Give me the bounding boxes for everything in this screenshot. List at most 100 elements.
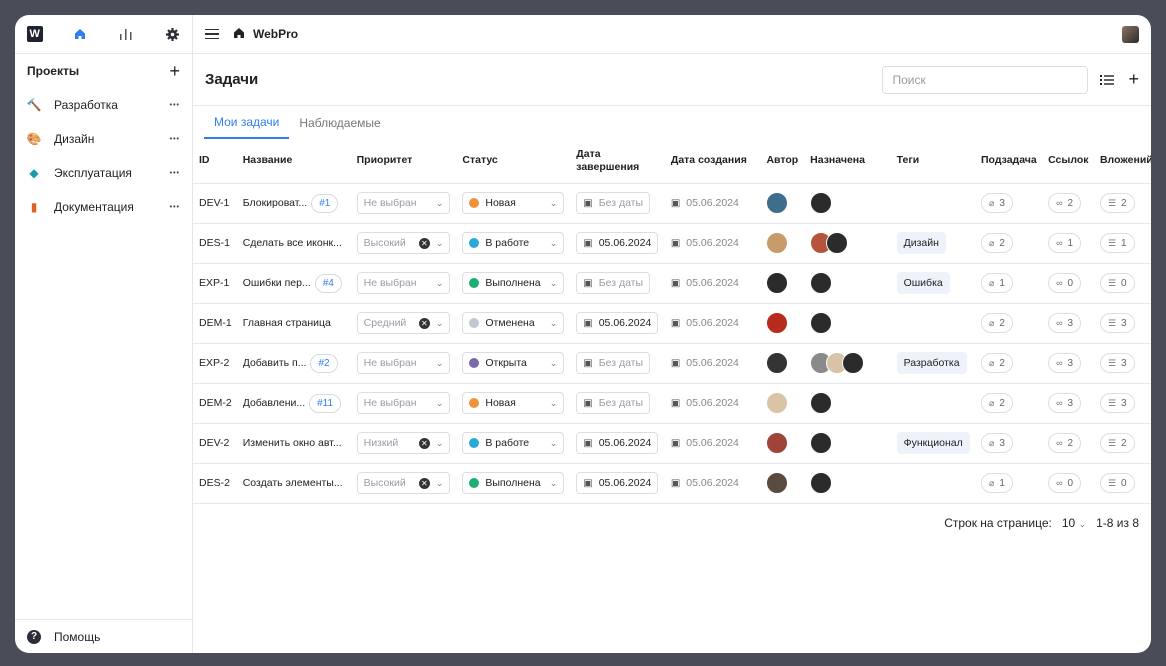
links-count[interactable]: ∞ 3 [1048, 393, 1082, 413]
app-name[interactable]: WebPro [253, 27, 298, 41]
due-date-picker[interactable]: ▣ Без даты [576, 392, 651, 414]
avatar[interactable] [766, 192, 789, 214]
list-view-icon[interactable] [1100, 74, 1115, 86]
priority-select[interactable]: Не выбран ⌄ [356, 192, 451, 214]
links-count[interactable]: ∞ 1 [1048, 233, 1082, 253]
avatar[interactable] [766, 432, 789, 454]
gear-icon[interactable] [165, 26, 181, 42]
attachments-count[interactable]: ☰ 0 [1099, 273, 1135, 293]
avatar[interactable] [810, 272, 833, 294]
due-date-picker[interactable]: ▣ 05.06.2024 [576, 472, 659, 494]
subtask-count[interactable]: ⌀ 2 [981, 353, 1013, 373]
tag-badge[interactable]: Функционал [896, 432, 970, 454]
task-name[interactable]: Сделать все иконк... [243, 237, 342, 249]
clear-icon[interactable]: ✕ [418, 237, 430, 249]
clear-icon[interactable]: ✕ [418, 437, 430, 449]
sidebar-item[interactable]: ▮ Документация ••• [15, 190, 192, 224]
task-name[interactable]: Добавить п... [243, 357, 307, 369]
more-icon[interactable]: ••• [170, 204, 180, 211]
user-avatar[interactable] [1122, 26, 1139, 43]
avatar[interactable] [766, 392, 789, 414]
subtask-count[interactable]: ⌀ 2 [981, 313, 1013, 333]
priority-select[interactable]: Низкий ✕ ⌄ [356, 432, 451, 454]
sidebar-item[interactable]: 🎨 Дизайн ••• [15, 122, 192, 156]
table-row[interactable]: DEV-2 Изменить окно авт... Низкий ✕ ⌄ В работ… [193, 423, 1151, 464]
issue-number-badge[interactable]: #2 [310, 353, 338, 373]
avatar[interactable] [766, 232, 789, 254]
due-date-picker[interactable]: ▣ Без даты [576, 352, 651, 374]
avatar[interactable] [826, 232, 849, 254]
due-date-picker[interactable]: ▣ 05.06.2024 [576, 232, 659, 254]
status-select[interactable]: В работе ⌄ [462, 232, 565, 254]
table-row[interactable]: EXP-2 Добавить п... #2 Не выбран ⌄ Открыта ⌄ ▣ Б… [193, 343, 1151, 384]
add-task-icon[interactable]: + [1128, 69, 1139, 90]
task-name[interactable]: Создать элементы... [243, 477, 343, 489]
tab-my-tasks[interactable]: Мои задачи [204, 106, 290, 139]
attachments-count[interactable]: ☰ 2 [1099, 193, 1135, 213]
table-row[interactable]: DES-2 Создать элементы... Высокий ✕ ⌄ Выполне… [193, 463, 1151, 504]
task-name[interactable]: Добавлени... [243, 397, 305, 409]
priority-select[interactable]: Высокий ✕ ⌄ [356, 472, 451, 494]
search-input[interactable] [882, 65, 1089, 94]
task-name[interactable]: Главная страница [243, 317, 331, 329]
avatar[interactable] [766, 272, 789, 294]
status-select[interactable]: В работе ⌄ [462, 432, 565, 454]
tab-watched[interactable]: Наблюдаемые [289, 106, 390, 139]
table-row[interactable]: DEM-1 Главная страница Средний ✕ ⌄ Отменена ⌄ ▣… [193, 303, 1151, 344]
avatar[interactable] [810, 192, 833, 214]
status-select[interactable]: Выполнена ⌄ [462, 472, 565, 494]
attachments-count[interactable]: ☰ 1 [1099, 233, 1135, 253]
status-select[interactable]: Открыта ⌄ [462, 352, 565, 374]
tag-badge[interactable]: Ошибка [896, 272, 950, 294]
avatar[interactable] [810, 472, 833, 494]
priority-select[interactable]: Не выбран ⌄ [356, 392, 451, 414]
subtask-count[interactable]: ⌀ 1 [981, 273, 1013, 293]
subtask-count[interactable]: ⌀ 3 [981, 193, 1013, 213]
app-logo[interactable]: W [27, 26, 43, 42]
avatar[interactable] [766, 352, 789, 374]
due-date-picker[interactable]: ▣ 05.06.2024 [576, 432, 659, 454]
attachments-count[interactable]: ☰ 3 [1099, 353, 1135, 373]
more-icon[interactable]: ••• [170, 136, 180, 143]
due-date-picker[interactable]: ▣ Без даты [576, 192, 651, 214]
task-name[interactable]: Изменить окно авт... [243, 437, 342, 449]
status-select[interactable]: Выполнена ⌄ [462, 272, 565, 294]
avatar[interactable] [766, 312, 789, 334]
priority-select[interactable]: Не выбран ⌄ [356, 272, 451, 294]
issue-number-badge[interactable]: #1 [311, 193, 339, 213]
table-row[interactable]: DES-1 Сделать все иконк... Высокий ✕ ⌄ В рабо… [193, 223, 1151, 264]
issue-number-badge[interactable]: #11 [309, 393, 342, 413]
sidebar-item[interactable]: 🔨 Разработка ••• [15, 88, 192, 122]
analytics-icon[interactable] [118, 26, 134, 42]
avatar[interactable] [810, 392, 833, 414]
attachments-count[interactable]: ☰ 2 [1099, 433, 1135, 453]
add-project-icon[interactable]: + [169, 62, 180, 80]
sidebar-item[interactable]: ◆ Эксплуатация ••• [15, 156, 192, 190]
status-select[interactable]: Отменена ⌄ [462, 312, 565, 334]
priority-select[interactable]: Не выбран ⌄ [356, 352, 451, 374]
clear-icon[interactable]: ✕ [418, 477, 430, 489]
attachments-count[interactable]: ☰ 3 [1099, 313, 1135, 333]
priority-select[interactable]: Средний ✕ ⌄ [356, 312, 451, 334]
links-count[interactable]: ∞ 0 [1048, 473, 1082, 493]
links-count[interactable]: ∞ 0 [1048, 273, 1082, 293]
avatar[interactable] [766, 472, 789, 494]
status-select[interactable]: Новая ⌄ [462, 392, 565, 414]
tag-badge[interactable]: Разработка [896, 352, 967, 374]
avatar[interactable] [842, 352, 865, 374]
more-icon[interactable]: ••• [170, 170, 180, 177]
more-icon[interactable]: ••• [170, 102, 180, 109]
home-breadcrumb-icon[interactable] [233, 27, 245, 42]
attachments-count[interactable]: ☰ 3 [1099, 393, 1135, 413]
menu-icon[interactable] [205, 28, 219, 40]
priority-select[interactable]: Высокий ✕ ⌄ [356, 232, 451, 254]
tag-badge[interactable]: Дизайн [896, 232, 946, 254]
subtask-count[interactable]: ⌀ 2 [981, 233, 1013, 253]
links-count[interactable]: ∞ 2 [1048, 193, 1082, 213]
subtask-count[interactable]: ⌀ 1 [981, 473, 1013, 493]
rows-per-page-select[interactable]: 10 ⌄ [1062, 516, 1086, 530]
links-count[interactable]: ∞ 2 [1048, 433, 1082, 453]
table-row[interactable]: EXP-1 Ошибки пер... #4 Не выбран ⌄ Выполнена ⌄… [193, 263, 1151, 304]
task-name[interactable]: Ошибки пер... [243, 277, 311, 289]
subtask-count[interactable]: ⌀ 2 [981, 393, 1013, 413]
